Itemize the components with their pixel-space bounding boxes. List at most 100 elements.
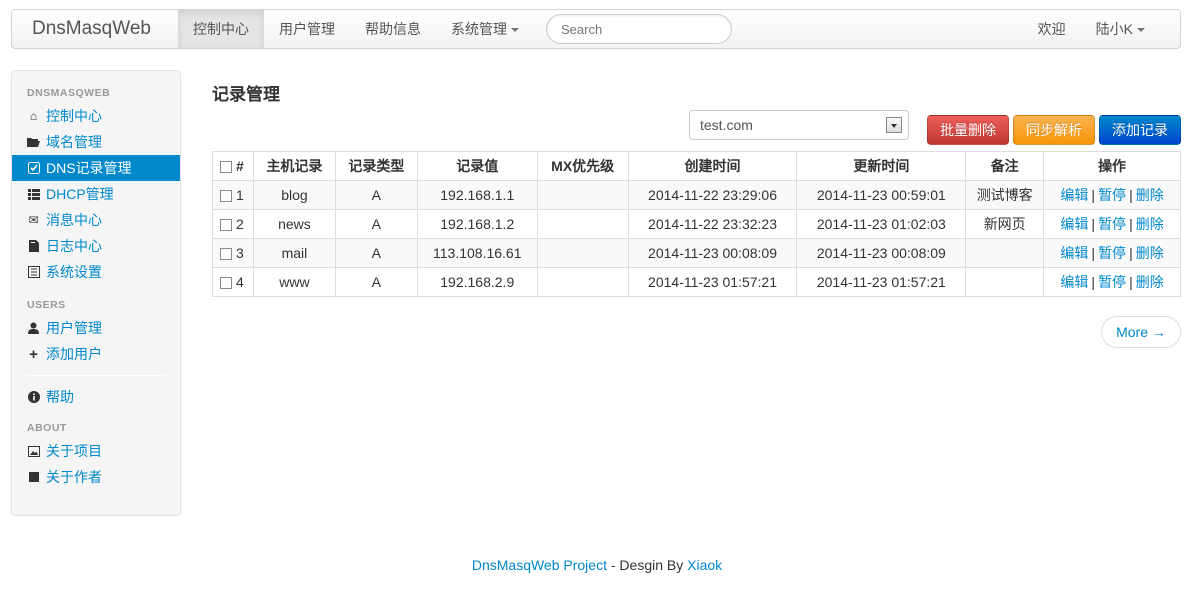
sidebar-divider (27, 375, 165, 376)
pause-link[interactable]: 暂停 (1098, 187, 1126, 203)
action-separator: | (1129, 274, 1133, 290)
nav-item-system-dropdown[interactable]: 系统管理 (436, 10, 534, 48)
sidebar-item-label: 系统设置 (46, 264, 102, 280)
nav-item-users[interactable]: 用户管理 (264, 10, 350, 48)
delete-link[interactable]: 删除 (1136, 187, 1164, 203)
pause-link[interactable]: 暂停 (1098, 216, 1126, 232)
brand-logo[interactable]: DnsMasqWeb (12, 10, 178, 48)
file-icon (27, 240, 40, 253)
sidebar-item-about-author[interactable]: 关于作者 (12, 464, 180, 490)
top-navbar: DnsMasqWeb 控制中心 用户管理 帮助信息 系统管理 欢迎 陆小K (11, 9, 1181, 49)
row-checkbox[interactable] (220, 248, 232, 261)
edit-link[interactable]: 编辑 (1060, 274, 1088, 290)
cell-host: news (252, 209, 336, 239)
footer: DnsMasqWeb Project - Desgin By Xiaok (0, 557, 1194, 573)
sidebar-item-messages[interactable]: ✉ 消息中心 (12, 207, 180, 233)
home-icon: ⌂ (29, 109, 38, 123)
row-checkbox[interactable] (220, 219, 232, 232)
user-menu-dropdown[interactable]: 陆小K (1081, 10, 1180, 48)
cell-type: A (334, 238, 418, 268)
action-separator: | (1129, 187, 1133, 203)
cell-updated: 2014-11-23 00:08:09 (796, 238, 967, 268)
sidebar-item-label: 域名管理 (46, 134, 102, 150)
user-name: 陆小K (1095, 21, 1133, 37)
sidebar-item-label: DNS记录管理 (46, 160, 132, 176)
action-separator: | (1091, 187, 1096, 203)
column-header-actions: 操作 (1043, 151, 1181, 181)
edit-link[interactable]: 编辑 (1060, 216, 1088, 232)
sidebar-header-users: USERS (27, 299, 66, 311)
sidebar-header-about: ABOUT (27, 422, 67, 434)
cell-actions: 编辑 | 暂停 | 删除 (1043, 238, 1181, 268)
cell-actions: 编辑 | 暂停 | 删除 (1043, 267, 1181, 297)
sidebar-item-dashboard[interactable]: ⌂ 控制中心 (12, 103, 180, 129)
welcome-text: 欢迎 (1037, 21, 1066, 37)
sidebar-item-user-management[interactable]: 用户管理 (12, 315, 180, 341)
list-alt-icon (27, 266, 40, 279)
domain-select-value: test.com (700, 117, 753, 133)
column-header-value[interactable]: 记录值 (416, 151, 538, 181)
records-table: # 主机记录 记录类型 记录值 MX优先级 创建时间 更新时间 备注 操作 1 … (212, 151, 1181, 297)
cell-mx (536, 267, 629, 297)
sidebar-item-about-project[interactable]: 关于项目 (12, 438, 180, 464)
table-row: 3 mail A 113.108.16.61 2014-11-23 00:08:… (212, 238, 1181, 268)
delete-link[interactable]: 删除 (1136, 216, 1164, 232)
row-checkbox[interactable] (220, 277, 232, 290)
nav-item-system-label: 系统管理 (451, 21, 507, 37)
column-header-mx[interactable]: MX优先级 (536, 151, 629, 181)
sidebar-item-settings[interactable]: 系统设置 (12, 259, 180, 285)
column-header-label: # (236, 158, 244, 174)
column-header-host[interactable]: 主机记录 (252, 151, 336, 181)
sidebar-item-dns-records[interactable]: DNS记录管理 (12, 155, 180, 181)
sidebar-item-logs[interactable]: 日志中心 (12, 233, 180, 259)
column-header-type[interactable]: 记录类型 (334, 151, 418, 181)
list-icon (27, 188, 40, 201)
delete-link[interactable]: 删除 (1136, 245, 1164, 261)
nav-item-help[interactable]: 帮助信息 (350, 10, 436, 48)
sidebar-item-label: 添加用户 (46, 346, 102, 362)
cell-value: 192.168.2.9 (416, 267, 538, 297)
sidebar-item-label: 日志中心 (46, 238, 102, 254)
sidebar-item-add-user[interactable]: + 添加用户 (12, 341, 180, 367)
sync-resolve-button[interactable]: 同步解析 (1013, 115, 1095, 145)
footer-project-link[interactable]: DnsMasqWeb Project (472, 557, 607, 573)
more-button[interactable]: More → (1101, 316, 1181, 348)
dropdown-arrow-icon[interactable] (886, 117, 902, 133)
cell-host: www (252, 267, 336, 297)
cell-updated: 2014-11-23 01:02:03 (796, 209, 967, 239)
cell-value: 113.108.16.61 (416, 238, 538, 268)
cell-created: 2014-11-22 23:29:06 (627, 180, 798, 210)
batch-delete-button[interactable]: 批量删除 (927, 115, 1009, 145)
search-input[interactable] (546, 14, 732, 44)
nav-item-dashboard[interactable]: 控制中心 (178, 10, 264, 48)
select-all-checkbox[interactable] (220, 161, 232, 174)
row-number: 3 (236, 245, 244, 261)
row-select-cell: 2 (212, 209, 254, 239)
sidebar-item-domains[interactable]: 域名管理 (12, 129, 180, 155)
action-separator: | (1091, 274, 1096, 290)
column-header-updated[interactable]: 更新时间 (796, 151, 967, 181)
row-number: 4 (236, 274, 244, 290)
delete-link[interactable]: 删除 (1136, 274, 1164, 290)
table-row: 4 www A 192.168.2.9 2014-11-23 01:57:21 … (212, 267, 1181, 297)
cell-mx (536, 180, 629, 210)
add-record-button[interactable]: 添加记录 (1099, 115, 1181, 145)
domain-select[interactable]: test.com (689, 110, 909, 140)
pause-link[interactable]: 暂停 (1098, 245, 1126, 261)
sidebar-item-dhcp[interactable]: DHCP管理 (12, 181, 180, 207)
row-checkbox[interactable] (220, 190, 232, 203)
cell-type: A (334, 180, 418, 210)
folder-open-icon (27, 136, 40, 149)
edit-link[interactable]: 编辑 (1060, 187, 1088, 203)
edit-link[interactable]: 编辑 (1060, 245, 1088, 261)
sidebar-header-dnsmasqweb: DNSMASQWEB (27, 87, 111, 99)
cell-host: blog (252, 180, 336, 210)
column-header-note: 备注 (965, 151, 1045, 181)
footer-author-link[interactable]: Xiaok (687, 557, 722, 573)
column-header-created[interactable]: 创建时间 (627, 151, 798, 181)
pause-link[interactable]: 暂停 (1098, 274, 1126, 290)
cell-note: 测试博客 (965, 180, 1045, 210)
page-title: 记录管理 (212, 85, 280, 104)
cell-type: A (334, 209, 418, 239)
sidebar-item-help[interactable]: 帮助 (12, 384, 180, 410)
